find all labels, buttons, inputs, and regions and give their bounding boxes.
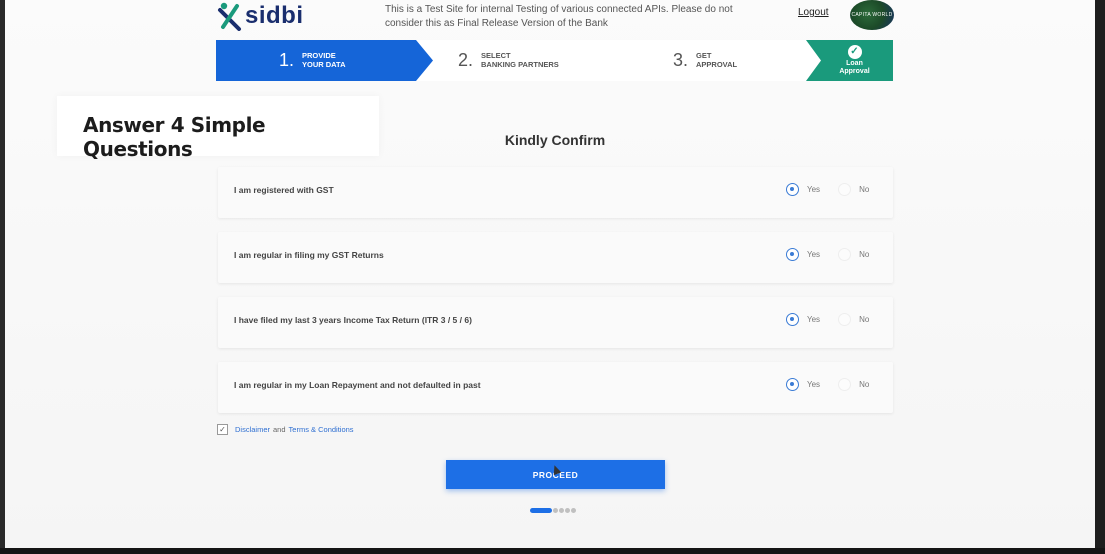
question-text: I have filed my last 3 years Income Tax … (234, 315, 472, 325)
step-number: 3. (673, 50, 689, 70)
radio-yes-label: Yes (807, 185, 821, 194)
indicator-active[interactable] (530, 508, 552, 513)
radio-group: Yes No (786, 248, 887, 261)
sidbi-logo[interactable]: sidbi (217, 0, 327, 32)
radio-group: Yes No (786, 313, 887, 326)
bottom-frame (0, 548, 1105, 554)
question-card: I am regular in filing my GST Returns Ye… (218, 232, 893, 283)
step-label-line2: Approval (839, 68, 870, 75)
user-avatar[interactable]: CAPITA WORLD (850, 0, 894, 30)
radio-group: Yes No (786, 378, 887, 391)
question-card: I am registered with GST Yes No (218, 167, 893, 218)
step-label-line1: Loan (846, 60, 863, 67)
terms-and-text: and (273, 425, 286, 434)
right-frame (1095, 0, 1105, 554)
check-icon: ✓ (847, 45, 862, 59)
radio-no-label: No (859, 250, 870, 259)
disclaimer-link[interactable]: Disclaimer (235, 425, 270, 434)
logout-link[interactable]: Logout (798, 7, 829, 18)
avatar-text: CAPITA WORLD (851, 12, 893, 18)
question-text: I am regular in my Loan Repayment and no… (234, 380, 481, 390)
radio-yes[interactable] (786, 183, 799, 196)
radio-no-label: No (859, 380, 870, 389)
radio-no-label: No (859, 315, 870, 324)
question-text: I am registered with GST (234, 185, 334, 195)
indicator-dot[interactable] (553, 508, 558, 513)
radio-no-label: No (859, 185, 870, 194)
question-card: I have filed my last 3 years Income Tax … (218, 297, 893, 348)
page: sidbi This is a Test Site for internal T… (5, 0, 1095, 548)
sidbi-logo-icon (218, 2, 241, 31)
step-label-line2: APPROVAL (696, 59, 738, 69)
radio-yes[interactable] (786, 248, 799, 261)
terms-checkbox[interactable]: ✓ (217, 424, 228, 435)
logo-text: sidbi (245, 2, 304, 29)
step-get-approval: 3. GET APPROVAL (673, 40, 737, 81)
indicator-dot[interactable] (571, 508, 576, 513)
radio-yes-label: Yes (807, 315, 821, 324)
radio-group: Yes No (786, 183, 887, 196)
step-number: 2. (458, 50, 474, 70)
terms-conditions-link[interactable]: Terms & Conditions (289, 425, 354, 434)
radio-yes-label: Yes (807, 380, 821, 389)
question-card: I am regular in my Loan Repayment and no… (218, 362, 893, 413)
indicator-dot[interactable] (565, 508, 570, 513)
radio-no[interactable] (838, 313, 852, 326)
test-site-notice: This is a Test Site for internal Testing… (385, 4, 733, 29)
step-provide-data: 1. PROVIDE YOUR DATA (216, 40, 433, 81)
radio-yes[interactable] (786, 313, 799, 326)
radio-no[interactable] (838, 378, 852, 391)
radio-yes-label: Yes (807, 250, 821, 259)
step-loan-approval: ✓ Loan Approval (806, 40, 893, 81)
step-number: 1. (279, 50, 295, 70)
section-title: Kindly Confirm (504, 132, 606, 148)
radio-no[interactable] (838, 248, 852, 261)
carousel-indicator (530, 508, 576, 513)
step-select-banking-partners: 2. SELECT BANKING PARTNERS (458, 40, 559, 81)
question-text: I am regular in filing my GST Returns (234, 250, 384, 260)
terms-row: ✓ Disclaimer and Terms & Conditions (217, 424, 354, 435)
progress-steps: 1. PROVIDE YOUR DATA 2. SELECT BANKING P… (216, 40, 893, 81)
step-label-line2: BANKING PARTNERS (481, 59, 559, 69)
indicator-dot[interactable] (559, 508, 564, 513)
radio-yes[interactable] (786, 378, 799, 391)
step-label-line2: YOUR DATA (302, 59, 346, 69)
radio-no[interactable] (838, 183, 852, 196)
